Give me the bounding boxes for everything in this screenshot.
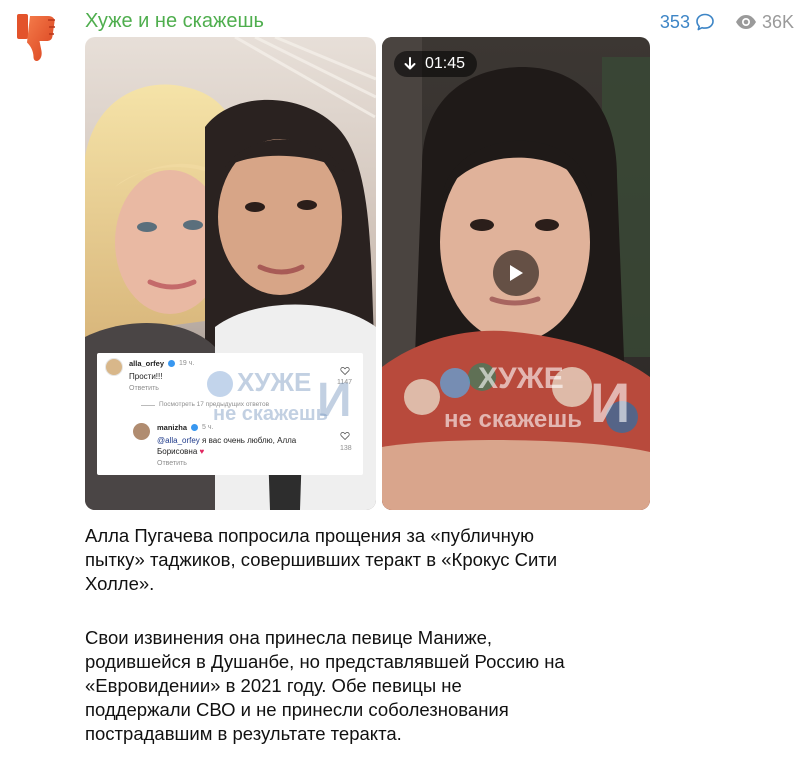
post-line: Свои извинения она принесла певице Маниж… [85, 627, 493, 648]
channel-name[interactable]: Хуже и не скажешь [85, 10, 264, 33]
watermark: ХУЖЕ не скажешь И [440, 360, 630, 440]
eye-icon [735, 15, 756, 29]
comment-time: 19 ч. [179, 360, 195, 367]
video-attachment[interactable]: 01:45 ХУЖЕ не скажешь И [382, 37, 650, 510]
post-text: Свои извинения она принесла певице Маниж… [85, 626, 685, 746]
heart-emoji-icon: ♥ [199, 447, 205, 456]
reply-link: Ответить [157, 460, 187, 467]
thumbs-down-icon[interactable] [14, 8, 62, 66]
play-button[interactable] [493, 250, 539, 296]
post-line: пострадавшим в результате теракта. [85, 723, 402, 744]
video-duration: 01:45 [394, 51, 478, 77]
duration-text: 01:45 [425, 55, 466, 72]
mention: @alla_orfey [157, 436, 200, 445]
comment-text: Прости!!! [129, 372, 163, 381]
comments-screenshot: alla_orfey 19 ч. Прости!!! Ответить 1147… [97, 353, 363, 475]
comments-count: 353 [659, 11, 690, 32]
post-line: Холле». [85, 573, 155, 594]
reply-link: Ответить [129, 385, 159, 392]
comments-counter[interactable]: 353 [660, 12, 715, 33]
verified-icon [191, 424, 199, 431]
views-count: 36K [761, 11, 794, 32]
watermark: ХУЖЕ не скажешь И [207, 365, 352, 435]
play-icon [510, 265, 523, 281]
comment-username: manizha [157, 423, 188, 432]
comment-text-part: Борисовна [157, 447, 198, 456]
comment-text: @alla_orfey я вас очень люблю, Алла Бори… [157, 435, 327, 457]
divider [141, 405, 155, 406]
post-line: пытку» таджиков, совершивших теракт в «К… [85, 549, 558, 570]
avatar [133, 423, 150, 440]
verified-icon [168, 360, 176, 367]
telegram-icon [440, 368, 470, 398]
avatar [105, 358, 123, 376]
comment-username: alla_orfey [129, 359, 165, 368]
comment-bubble-icon [696, 13, 714, 31]
views-counter: 36K [735, 12, 794, 33]
comment-text-part: я вас очень люблю, Алла [199, 436, 297, 445]
like-count: 138 [340, 445, 352, 452]
download-icon[interactable] [404, 57, 416, 71]
post-stats: 353 36K [660, 10, 794, 34]
post-text: Алла Пугачева попросила прощения за «пуб… [85, 524, 685, 596]
post-line: Алла Пугачева попросила прощения за «пуб… [85, 525, 534, 546]
post-line: родившейся в Душанбе, но представлявшей … [85, 651, 565, 672]
post-line: «Евровидении» в 2021 году. Обе певицы не [85, 675, 462, 696]
telegram-icon [207, 371, 233, 397]
photo-attachment[interactable]: alla_orfey 19 ч. Прости!!! Ответить 1147… [85, 37, 376, 510]
post-line: поддержали СВО и не принесли соболезнова… [85, 699, 509, 720]
